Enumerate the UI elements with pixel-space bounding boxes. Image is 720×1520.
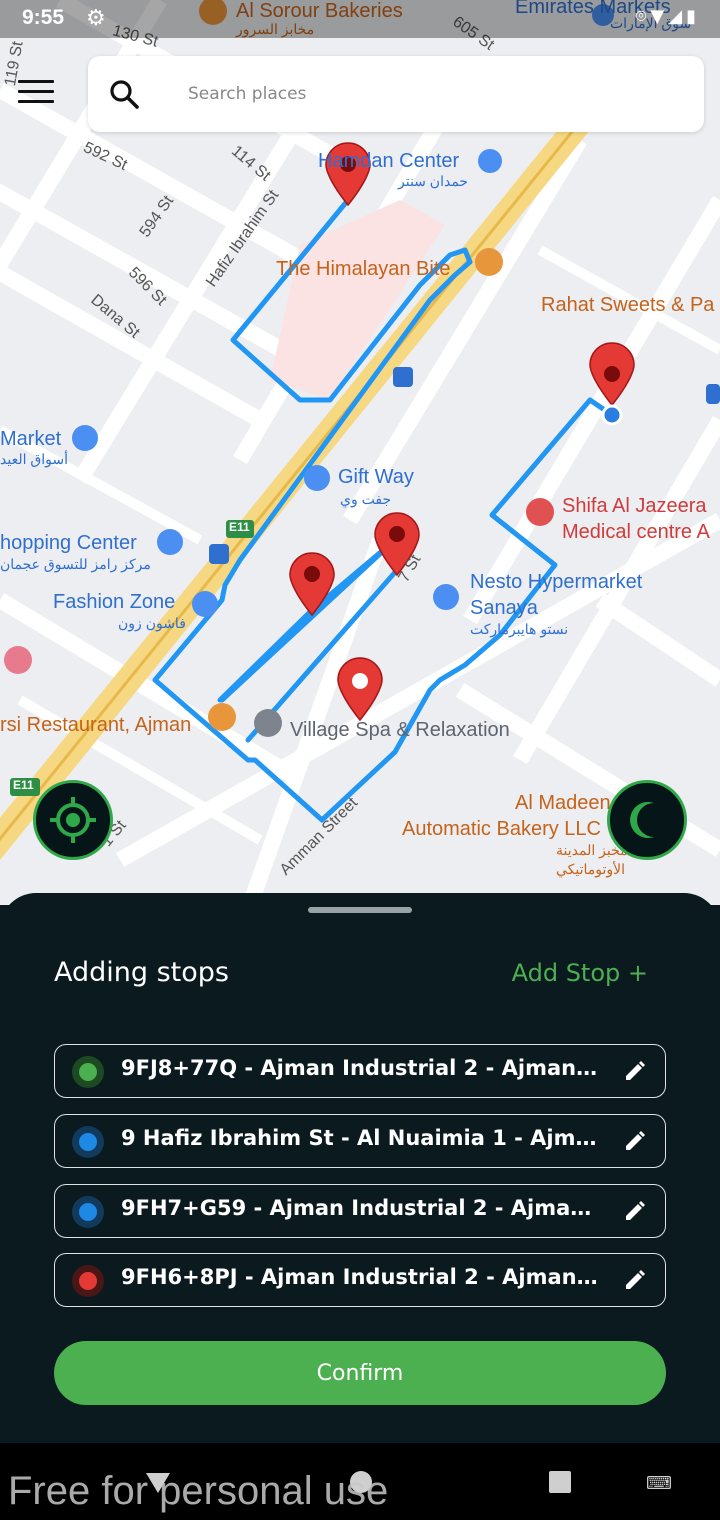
poi-sublabel: جفت وي (340, 491, 392, 507)
stop-marker-dot (72, 1196, 104, 1228)
poi-sublabel: حمدان سنتر (398, 173, 469, 189)
poi-sublabel: فاشون زون (118, 615, 186, 631)
stop-address: 9FH6+8PJ - Ajman Industrial 2 - Ajman - … (121, 1265, 601, 1289)
poi-sublabel: مركز رامز للتسوق عجمان (0, 556, 151, 572)
poi-label[interactable]: Rahat Sweets & Pa (541, 294, 714, 316)
stop-marker-dot (72, 1126, 104, 1158)
crosshair-icon (50, 797, 96, 843)
poi-label[interactable]: Nesto Hypermarket (470, 571, 642, 593)
keyboard-icon[interactable]: ⌨ (646, 1473, 672, 1494)
poi-sublabel: الأوتوماتيكي (556, 861, 626, 877)
poi-label[interactable]: Gift Way (338, 466, 414, 488)
moon-icon (630, 802, 654, 838)
status-time: 9:55 (22, 6, 65, 29)
poi-label: Medical centre A (562, 521, 710, 543)
stop-address: 9FH7+G59 - Ajman Industrial 2 - Ajman - … (121, 1196, 601, 1220)
sheet-handle[interactable] (308, 907, 412, 913)
stop-marker-dot (72, 1265, 104, 1297)
add-stop-button[interactable]: Add Stop + (512, 959, 648, 987)
poi-label: Sanaya (470, 597, 538, 619)
poi-label[interactable]: Shifa Al Jazeera (562, 495, 707, 517)
menu-icon[interactable] (18, 80, 54, 108)
stop-address: 9 Hafiz Ibrahim St - Al Nuaimia 1 - Ajma… (121, 1126, 601, 1150)
highway-shield: E11 (13, 778, 34, 792)
stop-item[interactable]: 9FH6+8PJ - Ajman Industrial 2 - Ajman - … (54, 1253, 666, 1307)
search-bar[interactable] (88, 56, 704, 132)
poi-label[interactable]: Market (0, 428, 61, 450)
stop-item[interactable]: 9FH7+G59 - Ajman Industrial 2 - Ajman - … (54, 1184, 666, 1238)
search-icon[interactable] (108, 78, 140, 110)
map-base (0, 0, 720, 905)
edit-icon[interactable] (623, 1268, 647, 1292)
map-view[interactable]: Al Sorour Bakeries مخابز السرور Emirates… (0, 0, 720, 905)
search-input[interactable] (188, 76, 668, 112)
poi-label[interactable]: Hamdan Center (318, 150, 459, 172)
edit-icon[interactable] (623, 1129, 647, 1153)
stop-item[interactable]: 9FJ8+77Q - Ajman Industrial 2 - Ajman - … (54, 1044, 666, 1098)
poi-label[interactable]: Fashion Zone (53, 591, 175, 613)
location-icon: ⌾ (635, 6, 651, 27)
poi-label[interactable]: hopping Center (0, 532, 137, 554)
signal-icon: ◢ (668, 6, 687, 27)
sheet-title: Adding stops (54, 957, 229, 988)
stop-address: 9FJ8+77Q - Ajman Industrial 2 - Ajman - … (121, 1056, 601, 1080)
confirm-button[interactable]: Confirm (54, 1341, 666, 1405)
watermark-text: Free for personal use (8, 1469, 389, 1513)
battery-icon: ▮ (686, 6, 700, 27)
recents-icon[interactable] (549, 1471, 571, 1493)
poi-label[interactable]: Village Spa & Relaxation (290, 719, 510, 741)
status-bar: 9:55 ⚙ ⌾▼◢▮ (0, 0, 720, 38)
poi-label[interactable]: Al Madeen (515, 792, 611, 814)
system-nav-bar: ⌨ Free for personal use (0, 1443, 720, 1520)
poi-label[interactable]: The Himalayan Bite (276, 258, 451, 280)
dark-mode-toggle[interactable] (607, 780, 687, 860)
edit-icon[interactable] (623, 1199, 647, 1223)
stop-item[interactable]: 9 Hafiz Ibrahim St - Al Nuaimia 1 - Ajma… (54, 1114, 666, 1168)
poi-sublabel: أسواق العيد (0, 451, 68, 467)
settings-icon: ⚙ (86, 6, 106, 31)
my-location-button[interactable] (33, 780, 113, 860)
poi-sublabel: نستو هايبرماركت (470, 621, 569, 637)
stops-sheet: Adding stops Add Stop + 9FJ8+77Q - Ajman… (0, 893, 720, 1443)
poi-label[interactable]: rsi Restaurant, Ajman (0, 714, 191, 736)
highway-shield: E11 (229, 520, 250, 534)
stop-marker-dot (72, 1056, 104, 1088)
edit-icon[interactable] (623, 1059, 647, 1083)
wifi-icon: ▼ (650, 6, 669, 27)
poi-label: Automatic Bakery LLC (402, 818, 601, 840)
